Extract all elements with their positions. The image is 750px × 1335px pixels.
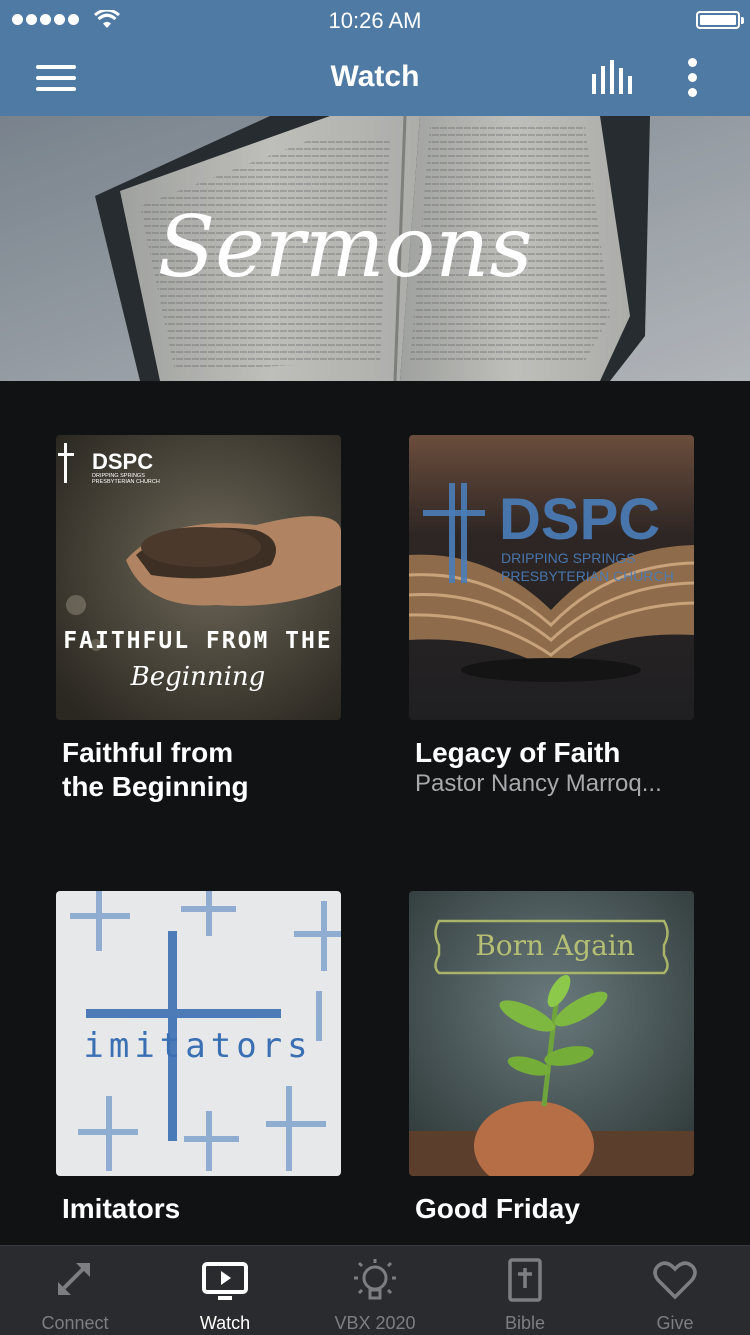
artwork-title-text: Born Again xyxy=(475,929,635,962)
sermon-card-good-friday[interactable]: Born Again Good Friday xyxy=(409,891,694,1226)
sermon-title: Legacy of Faith xyxy=(415,737,621,768)
tab-connect[interactable]: Connect xyxy=(0,1246,150,1335)
artwork-title-text: FAITHFUL FROM THE xyxy=(63,628,332,654)
tab-bar: Connect Watch VBX 2020 Bible Give xyxy=(0,1245,750,1335)
sermon-card-imitators[interactable]: imitators Imitators xyxy=(56,891,341,1226)
heart-icon xyxy=(653,1261,697,1300)
sermon-artwork: Born Again xyxy=(409,891,694,1176)
tv-play-icon xyxy=(202,1262,248,1300)
sermon-artwork: DSPC DRIPPING SPRINGS PRESBYTERIAN CHURC… xyxy=(409,435,694,720)
page-title: Watch xyxy=(330,60,420,93)
dspc-logo-text: DSPC xyxy=(499,487,660,552)
status-time: 10:26 AM xyxy=(328,8,422,33)
artwork-title-text: imitators xyxy=(83,1026,312,1066)
tab-give[interactable]: Give xyxy=(600,1246,750,1335)
sermon-artwork: imitators xyxy=(56,891,341,1176)
sermon-title: Imitators xyxy=(62,1193,181,1224)
open-bible-image: Sermons xyxy=(0,116,750,381)
battery-icon xyxy=(696,11,744,29)
artwork-script-text: Beginning xyxy=(130,662,266,692)
tab-label: Watch xyxy=(199,1313,251,1333)
more-options-icon[interactable] xyxy=(682,56,704,100)
bible-icon xyxy=(508,1258,542,1302)
banner-title: Sermons xyxy=(158,198,533,296)
svg-text:DRIPPING SPRINGS: DRIPPING SPRINGS xyxy=(501,550,636,566)
status-bar: 10:26 AM xyxy=(0,0,750,40)
dspc-logo-text: DSPC xyxy=(92,449,153,474)
tab-label: Bible xyxy=(504,1313,546,1333)
svg-text:PRESBYTERIAN CHURCH: PRESBYTERIAN CHURCH xyxy=(501,568,674,584)
tab-bible[interactable]: Bible xyxy=(450,1246,600,1335)
nav-bar: Watch xyxy=(0,40,750,116)
lightbulb-icon xyxy=(354,1259,396,1300)
connect-arrows-icon xyxy=(58,1263,90,1295)
sermon-artwork: DSPC DRIPPING SPRINGS PRESBYTERIAN CHURC… xyxy=(56,435,341,720)
sermon-card-faithful[interactable]: DSPC DRIPPING SPRINGS PRESBYTERIAN CHURC… xyxy=(56,435,341,804)
sermons-banner: Sermons xyxy=(0,116,750,381)
svg-text:PRESBYTERIAN CHURCH: PRESBYTERIAN CHURCH xyxy=(92,479,160,485)
sermon-title: Good Friday xyxy=(415,1193,580,1224)
tab-label: VBX 2020 xyxy=(334,1313,416,1333)
tab-vbx-2020[interactable]: VBX 2020 xyxy=(300,1246,450,1335)
sermon-speaker: Pastor Nancy Marroq... xyxy=(415,770,662,797)
tab-label: Give xyxy=(656,1313,694,1333)
tab-watch[interactable]: Watch xyxy=(150,1246,300,1335)
sermon-title: Faithful from the Beginning xyxy=(62,737,249,802)
sermon-card-legacy[interactable]: DSPC DRIPPING SPRINGS PRESBYTERIAN CHURC… xyxy=(409,435,694,798)
audio-bars-icon[interactable] xyxy=(590,60,636,96)
tab-label: Connect xyxy=(41,1313,109,1333)
